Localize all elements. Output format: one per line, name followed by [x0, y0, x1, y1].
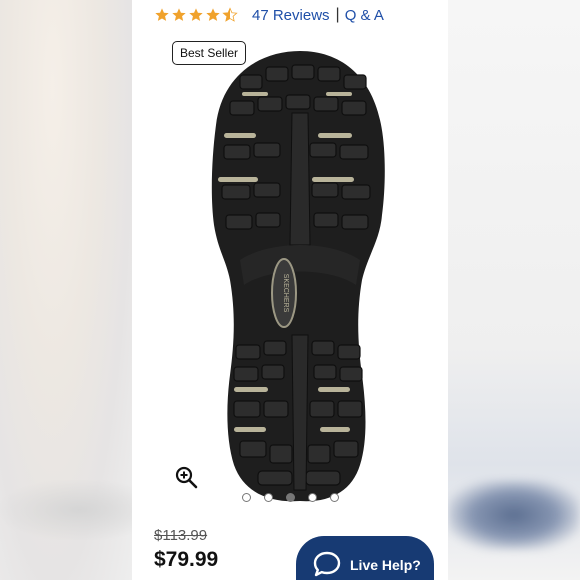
qa-link[interactable]: Q & A: [345, 7, 384, 24]
product-image[interactable]: SKECHERS: [200, 45, 400, 505]
carousel-dot-active[interactable]: [286, 493, 295, 502]
separator: |: [335, 6, 340, 23]
chat-bubble-icon: [313, 551, 341, 577]
carousel-dot[interactable]: [308, 493, 317, 502]
carousel-dot[interactable]: [242, 493, 251, 502]
carousel-dot[interactable]: [264, 493, 273, 502]
star-icon: [206, 8, 220, 21]
live-help-label: Live Help?: [350, 557, 421, 573]
half-star-icon: [222, 7, 238, 22]
rating-row: 47 Reviews | Q & A: [154, 5, 384, 25]
star-icon: [172, 8, 186, 21]
star-icon: [155, 8, 169, 21]
background-blob-right: [448, 480, 580, 550]
product-panel: 47 Reviews | Q & A SKECHERS Best Seller …: [132, 0, 448, 580]
original-price: $113.99: [154, 527, 208, 544]
carousel-dots: [242, 493, 339, 502]
brand-logo-text: SKECHERS: [282, 274, 289, 313]
zoom-icon[interactable]: [174, 465, 198, 489]
star-rating[interactable]: [154, 7, 238, 23]
star-icon: [189, 8, 203, 21]
best-seller-badge: Best Seller: [172, 41, 246, 65]
background-blob-left: [0, 480, 132, 540]
carousel-dot[interactable]: [330, 493, 339, 502]
reviews-link[interactable]: 47 Reviews: [252, 7, 330, 24]
sale-price: $79.99: [154, 548, 219, 571]
live-help-button[interactable]: Live Help?: [296, 536, 434, 580]
